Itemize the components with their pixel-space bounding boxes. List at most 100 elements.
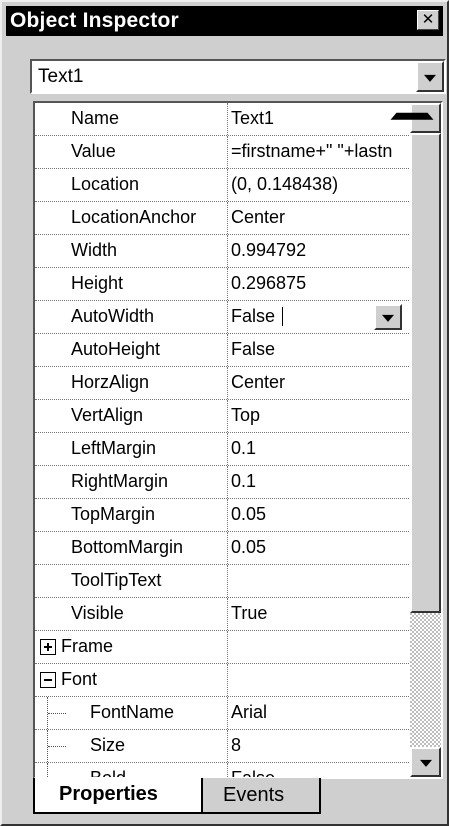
close-button[interactable]: ✕ xyxy=(417,10,439,30)
property-row-frame[interactable]: Frame xyxy=(35,631,409,664)
tab-properties[interactable]: Properties xyxy=(33,778,203,814)
property-value-cell[interactable]: 0.1 xyxy=(227,433,410,465)
property-name: ToolTipText xyxy=(71,570,162,590)
property-grid: Name Text1 Value =firstname+" "+lastn Lo… xyxy=(33,101,443,779)
property-value: 0.1 xyxy=(231,438,257,458)
property-value-cell[interactable]: 0.05 xyxy=(227,532,410,564)
object-selector-arrow-button[interactable] xyxy=(416,61,444,92)
property-name: AutoHeight xyxy=(71,339,161,359)
property-name: Location xyxy=(71,174,140,194)
property-value-cell[interactable]: =firstname+" "+lastn xyxy=(227,136,410,168)
property-value-cell[interactable]: False xyxy=(227,763,410,777)
property-name: Width xyxy=(71,240,118,260)
property-name: Name xyxy=(71,108,120,128)
property-name: Font xyxy=(61,669,98,689)
property-value-cell[interactable]: 0.994792 xyxy=(227,235,410,267)
property-value: Text1 xyxy=(231,108,275,128)
property-name: LeftMargin xyxy=(71,438,157,458)
property-value: 0.994792 xyxy=(231,240,307,260)
property-value: 0.296875 xyxy=(231,273,307,293)
property-value-cell[interactable]: (0, 0.148438) xyxy=(227,169,410,201)
property-value-cell[interactable]: Center xyxy=(227,202,410,234)
property-row-bottommargin[interactable]: BottomMargin 0.05 xyxy=(35,532,409,565)
property-name: LocationAnchor xyxy=(71,207,197,227)
property-value: 0.1 xyxy=(231,471,257,491)
property-name: Value xyxy=(71,141,116,161)
property-name: VertAlign xyxy=(71,405,144,425)
property-value: Arial xyxy=(231,702,268,722)
property-name: Height xyxy=(71,273,124,293)
property-name: HorzAlign xyxy=(71,372,150,392)
chevron-down-icon xyxy=(424,74,436,82)
object-selector-dropdown[interactable]: Text1 xyxy=(30,59,446,94)
property-value-cell[interactable] xyxy=(227,664,410,696)
property-row-visible[interactable]: Visible True xyxy=(35,598,409,631)
property-row-font[interactable]: Font xyxy=(35,664,409,697)
property-value-cell[interactable]: Center xyxy=(227,367,410,399)
property-value-editor[interactable]: False xyxy=(227,301,410,333)
property-name: Frame xyxy=(61,636,114,656)
tree-branch xyxy=(48,713,66,714)
property-value: 0.05 xyxy=(231,537,267,557)
property-value-cell[interactable]: 8 xyxy=(227,730,410,762)
property-value: =firstname+" "+lastn xyxy=(231,141,393,161)
property-row-name[interactable]: Name Text1 xyxy=(35,103,409,136)
property-value-cell[interactable]: 0.1 xyxy=(227,466,410,498)
property-row-autoheight[interactable]: AutoHeight False xyxy=(35,334,409,367)
property-row-width[interactable]: Width 0.994792 xyxy=(35,235,409,268)
scrollbar-track[interactable] xyxy=(410,613,441,747)
property-value-cell[interactable]: 0.05 xyxy=(227,499,410,531)
property-row-locationanchor[interactable]: LocationAnchor Center xyxy=(35,202,409,235)
property-value-cell[interactable] xyxy=(227,565,410,597)
property-row-bold[interactable]: Bold False xyxy=(35,763,410,777)
property-value-cell[interactable]: Top xyxy=(227,400,410,432)
property-name: RightMargin xyxy=(71,471,169,491)
tab-events[interactable]: Events xyxy=(201,778,321,814)
property-row-location[interactable]: Location (0, 0.148438) xyxy=(35,169,409,202)
property-value-cell[interactable]: 0.296875 xyxy=(227,268,410,300)
property-value-cell[interactable]: Arial xyxy=(227,697,410,729)
property-row-autowidth[interactable]: AutoWidth False xyxy=(35,301,409,334)
title-bar[interactable]: Object Inspector ✕ xyxy=(6,6,443,36)
property-name: FontName xyxy=(90,702,175,722)
property-row-topmargin[interactable]: TopMargin 0.05 xyxy=(35,499,409,532)
property-value: False xyxy=(231,339,276,359)
property-name: BottomMargin xyxy=(71,537,184,557)
minus-box-icon[interactable] xyxy=(40,672,56,688)
property-value: Top xyxy=(231,405,261,425)
object-selector-value: Text1 xyxy=(38,66,84,87)
property-value: True xyxy=(231,603,268,623)
property-row-height[interactable]: Height 0.296875 xyxy=(35,268,409,301)
scroll-down-button[interactable] xyxy=(410,747,441,777)
window-title: Object Inspector xyxy=(10,9,179,32)
property-value: (0, 0.148438) xyxy=(231,174,339,194)
property-row-horzalign[interactable]: HorzAlign Center xyxy=(35,367,409,400)
property-row-rightmargin[interactable]: RightMargin 0.1 xyxy=(35,466,409,499)
chevron-down-icon xyxy=(382,314,394,322)
value-dropdown-button[interactable] xyxy=(374,304,402,330)
property-row-tooltiptext[interactable]: ToolTipText xyxy=(35,565,409,598)
property-row-vertalign[interactable]: VertAlign Top xyxy=(35,400,409,433)
property-row-size[interactable]: Size 8 xyxy=(35,730,409,763)
object-inspector-window: Object Inspector ✕ Text1 Name Text1 Valu… xyxy=(0,0,449,826)
scroll-up-arrow-icon xyxy=(390,103,434,120)
property-row-leftmargin[interactable]: LeftMargin 0.1 xyxy=(35,433,409,466)
property-name: Visible xyxy=(71,603,124,623)
close-icon: ✕ xyxy=(421,11,435,28)
property-value-cell[interactable]: Text1 xyxy=(227,103,410,135)
scroll-down-arrow-icon xyxy=(419,759,432,767)
vertical-scrollbar[interactable] xyxy=(390,103,441,777)
property-value-cell[interactable]: False xyxy=(227,334,410,366)
tree-connector xyxy=(47,763,49,777)
property-value-cell[interactable]: True xyxy=(227,598,410,630)
property-value: False xyxy=(231,306,276,326)
scrollbar-thumb[interactable] xyxy=(410,133,441,613)
property-row-value[interactable]: Value =firstname+" "+lastn xyxy=(35,136,409,169)
tab-label: Events xyxy=(223,784,285,806)
property-value-cell[interactable] xyxy=(227,631,410,663)
plus-box-icon[interactable] xyxy=(40,639,56,655)
scroll-up-button[interactable] xyxy=(390,103,441,133)
property-value: Center xyxy=(231,372,286,392)
property-row-fontname[interactable]: FontName Arial xyxy=(35,697,409,730)
property-value: 8 xyxy=(231,735,242,755)
